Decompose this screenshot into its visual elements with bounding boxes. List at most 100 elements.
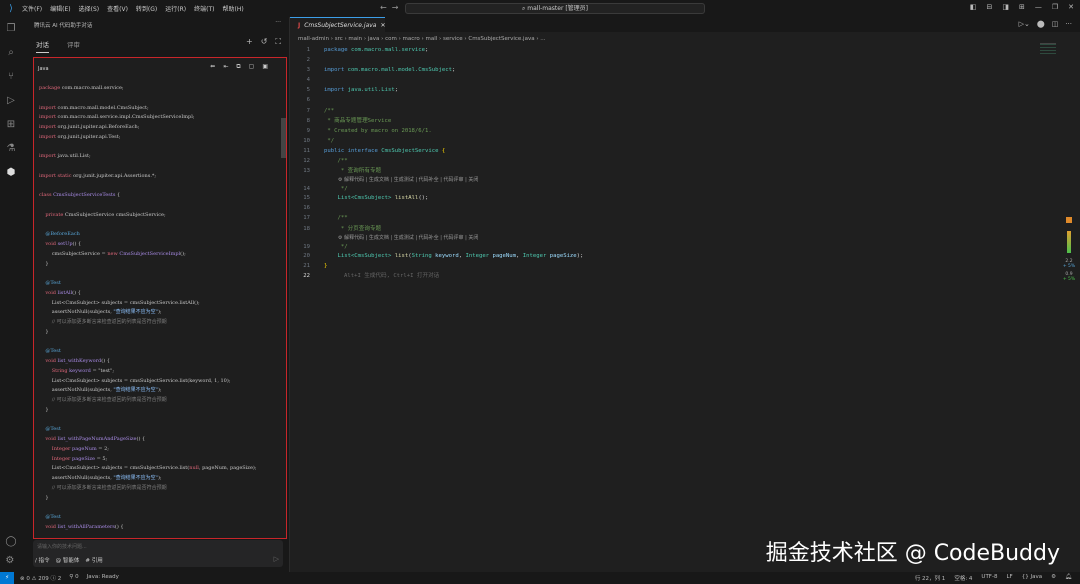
ai-codelens[interactable]: ⚙ 解释代码 | 生成文档 | 生成测试 | 代码补全 | 代码评审 | 关闭: [290, 234, 583, 242]
code-token: list_withPageNumAndPageSize: [56, 436, 137, 442]
code-token: ;: [394, 87, 399, 94]
new-file-icon[interactable]: ▢: [249, 63, 255, 71]
code-token: , pageNum, pageSize);: [198, 465, 257, 472]
code-line: List<CmsSubject> subjects = cmsSubjectSe…: [39, 377, 257, 387]
code-token: * 查询所有专题: [324, 168, 382, 175]
copilot-icon[interactable]: ⚙: [1051, 574, 1056, 582]
maximize-button[interactable]: ❐: [1052, 3, 1058, 11]
explorer-icon[interactable]: ❐: [7, 17, 16, 41]
ai-icon[interactable]: ⬤: [1037, 20, 1045, 28]
ai-codelens[interactable]: ⚙ 解释代码 | 生成文档 | 生成测试 | 代码补全 | 代码评审 | 关闭: [290, 176, 583, 184]
code-line: }: [39, 406, 257, 416]
scrollbar[interactable]: [281, 118, 286, 158]
java-status[interactable]: Java: Ready: [87, 574, 119, 582]
menu-item[interactable]: 帮助(H): [222, 6, 243, 13]
code-token: }: [39, 494, 49, 501]
code-token: com.macro.mall.model.CmsSubject: [344, 67, 452, 74]
cursor-position[interactable]: 行 22，列 1: [915, 574, 946, 582]
toggle-sidebar-icon[interactable]: ◧: [970, 3, 977, 11]
editor-line: 8 * 商品专题管理Service: [290, 116, 583, 126]
code-editor[interactable]: 1 package com.macro.mall.service; 2 3 import…: [290, 45, 583, 281]
insert-diff-icon[interactable]: ⇤: [223, 63, 228, 71]
code-token: }: [39, 328, 49, 335]
menu-item[interactable]: 查看(V): [107, 6, 128, 13]
more-actions-icon[interactable]: ···: [1065, 20, 1072, 28]
command-center-search[interactable]: ⌕ mall-master [管理员]: [405, 3, 705, 14]
encoding[interactable]: UTF-8: [981, 574, 997, 582]
editor-line: 10 */: [290, 136, 583, 146]
ai-assistant-icon[interactable]: ⬢: [7, 161, 16, 185]
line-number: 7: [306, 107, 310, 114]
menu-item[interactable]: 文件(F): [22, 6, 42, 13]
insert-icon[interactable]: ⇚: [210, 63, 215, 71]
code-token: private: [39, 211, 64, 218]
menu-item[interactable]: 编辑(E): [50, 6, 70, 13]
reference-button[interactable]: # 引用: [85, 556, 102, 564]
code-token: setUp: [56, 241, 73, 247]
command-button[interactable]: / 指令: [35, 556, 50, 564]
line-number: 21: [303, 262, 310, 269]
code-line: // 可以添加更多断言来检查返回的列表是否符合预期: [39, 318, 257, 328]
info-count: 2: [57, 576, 62, 582]
send-icon[interactable]: ▷: [274, 555, 279, 563]
tab-review[interactable]: 评审: [67, 39, 80, 53]
toggle-panel-icon[interactable]: ⊟: [986, 3, 992, 11]
code-language: Java: [38, 66, 49, 72]
history-icon[interactable]: ↺: [261, 37, 268, 47]
run-debug-icon[interactable]: ▷: [7, 89, 15, 113]
expand-icon[interactable]: ⛶: [275, 37, 281, 47]
remote-icon[interactable]: ⚡: [0, 572, 14, 584]
apply-icon[interactable]: ▣: [262, 63, 268, 71]
eol[interactable]: LF: [1006, 574, 1012, 582]
new-chat-icon[interactable]: +: [246, 37, 253, 47]
code-line: List<CmsSubject> subjects = cmsSubjectSe…: [39, 464, 257, 474]
indentation[interactable]: 空格: 4: [954, 574, 972, 582]
code-line: import static org.junit.jupiter.api.Asse…: [39, 172, 257, 182]
run-icon[interactable]: ▷⌄: [1019, 20, 1030, 28]
minimap[interactable]: [1040, 43, 1056, 55]
account-icon[interactable]: ◯: [5, 536, 16, 547]
code-token: @BeforeEach: [39, 231, 80, 238]
code-token: import: [39, 153, 56, 160]
extensions-icon[interactable]: ⊞: [7, 113, 15, 137]
code-token: list_withAllParameters: [56, 523, 115, 530]
language-mode[interactable]: {} Java: [1022, 574, 1042, 582]
notifications-icon[interactable]: 🔔︎: [1065, 574, 1072, 582]
ports-status[interactable]: ⚲ 0: [69, 574, 78, 582]
toggle-secondary-icon[interactable]: ◨: [1002, 3, 1009, 11]
split-editor-icon[interactable]: ◫: [1052, 20, 1059, 28]
chat-input[interactable]: 请输入你的技术问题... / 指令 @ 智能体 # 引用 ▷: [33, 540, 283, 567]
watermark: 掘金技术社区 @ CodeBuddy: [765, 541, 1060, 566]
tab-chat[interactable]: 对话: [36, 39, 49, 53]
code-line: import org.junit.jupiter.api.Test;: [39, 133, 257, 143]
code-line: void list_withPageNumAndPageSize() {: [39, 435, 257, 445]
source-control-icon[interactable]: ⑂: [8, 65, 14, 89]
line-number: 2: [306, 57, 310, 64]
nav-arrows[interactable]: ← →: [380, 3, 399, 12]
editor-line: 16: [290, 203, 583, 213]
editor-tab[interactable]: J CmsSubjectService.java ✕: [290, 17, 386, 32]
copy-icon[interactable]: ⧉: [236, 63, 240, 71]
agent-button[interactable]: @ 智能体: [56, 556, 80, 564]
more-icon[interactable]: ···: [275, 19, 281, 26]
menu-item[interactable]: 运行(R): [165, 6, 186, 13]
minimize-button[interactable]: —: [1035, 3, 1042, 11]
code-line: import com.macro.mall.model.CmsSubject;: [39, 104, 257, 114]
close-tab-icon[interactable]: ✕: [380, 22, 385, 29]
menu-item[interactable]: 选择(S): [79, 6, 100, 13]
line-number: 22: [303, 272, 310, 279]
code-token: // 可以添加更多断言来检查返回的列表是否符合预期: [39, 319, 167, 325]
menu-item[interactable]: 转到(G): [136, 6, 157, 13]
code-line: // 可以添加更多断言来检查返回的列表是否符合预期: [39, 484, 257, 494]
breadcrumb[interactable]: mall-admin › src › main › java › com › m…: [298, 36, 546, 42]
line-number: 15: [303, 195, 310, 202]
problems-status[interactable]: ⊗ 0 ⚠ 209 ⓘ 2: [20, 574, 61, 582]
settings-gear-icon[interactable]: ⚙: [5, 555, 16, 566]
layout-icon[interactable]: ⊞: [1019, 3, 1025, 11]
testing-icon[interactable]: ⚗: [7, 137, 16, 161]
menu-item[interactable]: 终端(T): [194, 6, 214, 13]
code-line: }: [39, 328, 257, 338]
search-icon[interactable]: ⌕: [8, 41, 14, 65]
close-button[interactable]: ✕: [1068, 3, 1074, 11]
